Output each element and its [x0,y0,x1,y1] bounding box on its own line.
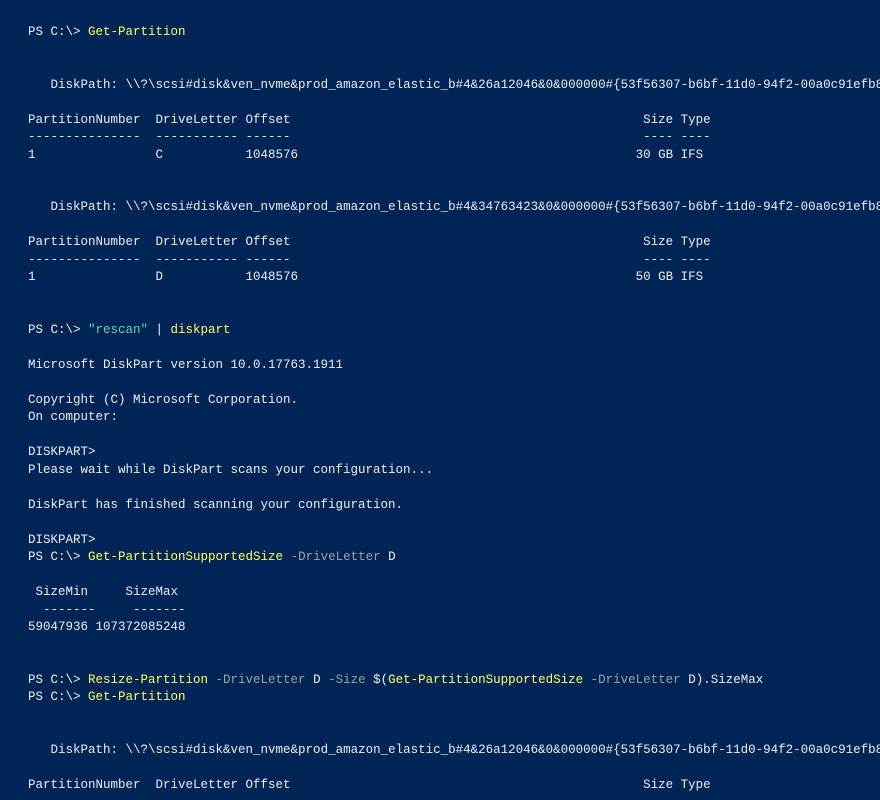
partition-divider-3: --------------- ----------- ------ ---- … [28,795,711,800]
ps-prompt-2: PS C:\> [28,323,88,337]
cmdlet-get-partition-2: Get-Partition [88,690,186,704]
subexpr-close: ).SizeMax [696,673,764,687]
diskpart-prompt-2: DISKPART> [28,533,96,547]
ps-prompt-3: PS C:\> [28,550,88,564]
diskpart-version: Microsoft DiskPart version 10.0.17763.19… [28,358,343,372]
subexpr-open: $( [373,673,388,687]
diskpath-1: \\?\scsi#disk&ven_nvme&prod_amazon_elast… [126,78,880,92]
diskpath-label-2: DiskPath: [28,200,126,214]
param-driveletter-2: -DriveLetter [208,673,313,687]
diskpath-label-3: DiskPath: [28,743,126,757]
arg-d: D [388,550,396,564]
diskpart-copyright: Copyright (C) Microsoft Corporation. [28,393,298,407]
partition-header-3: PartitionNumber DriveLetter Offset Size … [28,778,711,792]
rescan-string: "rescan" [88,323,148,337]
param-driveletter-3: -DriveLetter [583,673,688,687]
cmdlet-resize-partition: Resize-Partition [88,673,208,687]
diskpath-label: DiskPath: [28,78,126,92]
diskpath-2: \\?\scsi#disk&ven_nvme&prod_amazon_elast… [126,200,880,214]
arg-d-2: D [313,673,321,687]
cmdlet-inner-get-partition-supported-size: Get-PartitionSupportedSize [388,673,583,687]
size-divider: ------- ------- [28,603,186,617]
partition-header-2: PartitionNumber DriveLetter Offset Size … [28,235,711,249]
partition-divider-2: --------------- ----------- ------ ---- … [28,253,711,267]
diskpart-oncomputer: On computer: [28,410,118,424]
partition-row-d-50: 1 D 1048576 50 GB IFS [28,270,703,284]
partition-divider: --------------- ----------- ------ ---- … [28,130,711,144]
diskpart-wait: Please wait while DiskPart scans your co… [28,463,433,477]
cmdlet-get-partition: Get-Partition [88,25,186,39]
powershell-terminal[interactable]: PS C:\> Get-Partition DiskPath: \\?\scsi… [0,0,880,800]
param-driveletter: -DriveLetter [283,550,388,564]
cmdlet-diskpart: diskpart [171,323,231,337]
diskpath-1b: \\?\scsi#disk&ven_nvme&prod_amazon_elast… [126,743,880,757]
partition-header: PartitionNumber DriveLetter Offset Size … [28,113,711,127]
arg-d-3: D [688,673,696,687]
size-row: 59047936 107372085248 [28,620,186,634]
diskpart-prompt: DISKPART> [28,445,96,459]
param-size: -Size [321,673,374,687]
size-header: SizeMin SizeMax [28,585,178,599]
diskpart-done: DiskPart has finished scanning your conf… [28,498,403,512]
ps-prompt: PS C:\> [28,25,88,39]
ps-prompt-5: PS C:\> [28,690,88,704]
ps-prompt-4: PS C:\> [28,673,88,687]
cmdlet-get-partition-supported-size: Get-PartitionSupportedSize [88,550,283,564]
partition-row-c-30: 1 C 1048576 30 GB IFS [28,148,703,162]
pipe: | [148,323,171,337]
